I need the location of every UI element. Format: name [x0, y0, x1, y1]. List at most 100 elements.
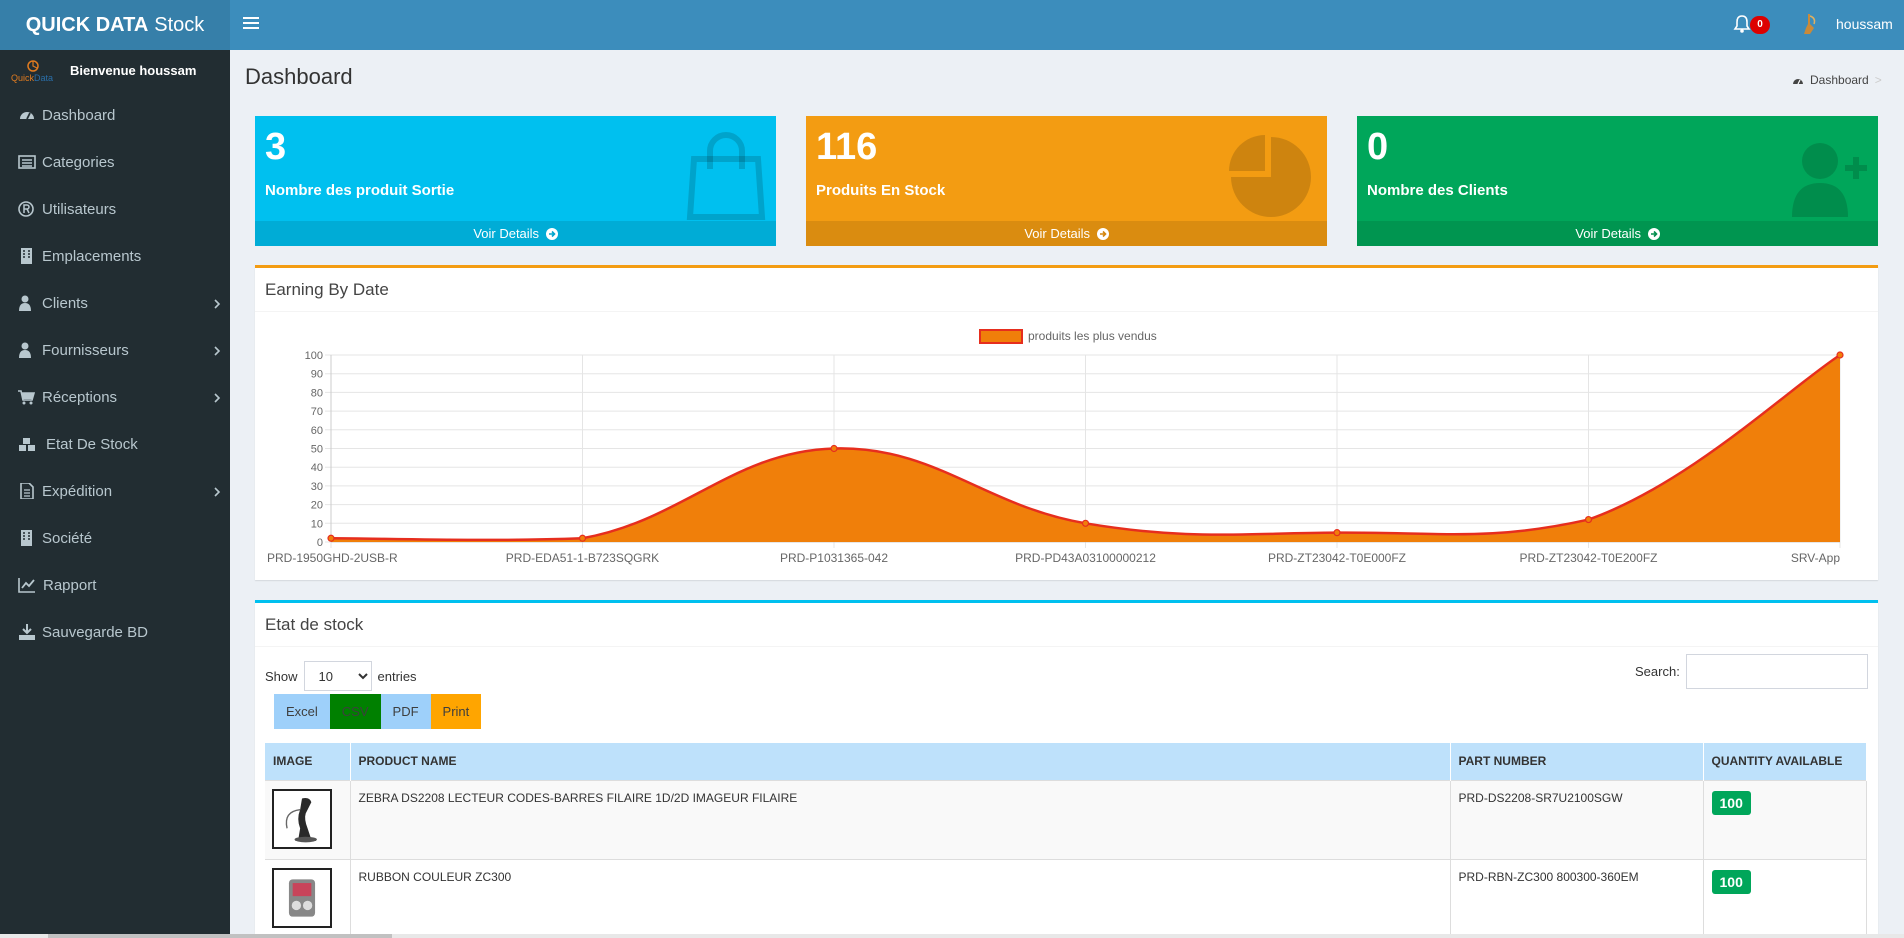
sidebar-item-label: Clients	[42, 295, 88, 312]
data-point	[327, 534, 335, 542]
x-tick-label: PRD-EDA51-1-B723SQGRK	[506, 551, 659, 565]
y-tick-label: 30	[311, 481, 323, 493]
brand-bold: QUICK DATA	[25, 13, 149, 36]
quantity-badge: 100	[1711, 869, 1751, 894]
quantity-badge: 100	[1711, 790, 1751, 815]
sidebar-item-label: Dashboard	[42, 107, 116, 124]
export-buttons: Excel CSV PDF Print	[274, 694, 482, 729]
x-tick-label: PRD-ZT23042-T0E200FZ	[1519, 551, 1657, 565]
bell-icon[interactable]	[1733, 14, 1751, 34]
column-header-product-name[interactable]: PRODUCT NAME	[350, 743, 1451, 780]
quantity-cell: 100	[1703, 779, 1867, 859]
pie-chart-icon	[1229, 135, 1311, 217]
horizontal-scrollbar[interactable]	[0, 934, 1904, 938]
user-icon	[19, 342, 31, 358]
sidebar-item-dashboard[interactable]: Dashboard	[0, 92, 230, 139]
line-chart-icon	[18, 578, 35, 593]
chevron-right-icon	[214, 487, 221, 497]
breadcrumb-item-dashboard[interactable]: Dashboard	[1810, 73, 1869, 87]
chevron-right-icon	[214, 393, 221, 403]
table-row[interactable]: RUBBON COULEUR ZC300 PRD-RBN-ZC300 80030…	[265, 858, 1867, 938]
shopping-bag-icon	[686, 132, 766, 220]
svg-text:Data: Data	[34, 73, 53, 83]
breadcrumb: Dashboard >	[1792, 73, 1882, 87]
sidebar-item-label: Fournisseurs	[42, 342, 129, 359]
column-header-image[interactable]: IMAGE	[265, 743, 351, 780]
info-box-details-link[interactable]: Voir Details	[255, 221, 776, 246]
excel-button[interactable]: Excel	[274, 694, 330, 729]
sidebar-item-label: Expédition	[42, 483, 113, 500]
stock-box-title: Etat de stock	[255, 603, 1878, 647]
app-logo[interactable]: QUICK DATA Stock	[0, 0, 230, 50]
sidebar-item-utilisateurs[interactable]: Utilisateurs	[0, 186, 230, 233]
column-header-quantity[interactable]: QUANTITY AVAILABLE	[1703, 743, 1867, 780]
y-tick-label: 80	[311, 387, 323, 399]
data-point	[578, 534, 587, 542]
user-panel: Quick Data Bienvenue houssam	[0, 50, 230, 92]
sidebar-item-expedition[interactable]: Expédition	[0, 468, 230, 515]
csv-button[interactable]: CSV	[329, 694, 381, 729]
show-label: Show	[265, 668, 298, 684]
page-length-select[interactable]: 10	[303, 661, 372, 691]
earning-chart-box: Earning By Date produits les plus vendus…	[255, 265, 1878, 580]
print-button[interactable]: Print	[430, 694, 482, 729]
info-box-link-label: Voir Details	[1575, 226, 1642, 241]
sidebar-item-emplacements[interactable]: Emplacements	[0, 233, 230, 280]
registered-icon	[18, 201, 34, 217]
data-point	[1836, 351, 1844, 359]
table-header-row: IMAGE PRODUCT NAME PART NUMBER QUANTITY …	[265, 743, 1867, 780]
sidebar-item-clients[interactable]: Clients	[0, 280, 230, 327]
info-box-details-link[interactable]: Voir Details	[806, 221, 1327, 246]
image-cell	[265, 858, 351, 938]
x-tick-label: PRD-1950GHD-2USB-R	[267, 551, 398, 565]
avatar[interactable]	[1796, 10, 1824, 38]
sidebar-item-label: Etat De Stock	[46, 436, 138, 453]
data-point	[1584, 515, 1593, 524]
barcode-scanner-image[interactable]	[272, 788, 332, 849]
sidebar-item-sauvegarde-bd[interactable]: Sauvegarde BD	[0, 609, 230, 656]
sidebar-toggle-icon[interactable]	[243, 14, 259, 34]
data-point	[1081, 519, 1090, 527]
y-tick-label: 100	[305, 350, 323, 362]
info-box-details-link[interactable]: Voir Details	[1357, 221, 1878, 246]
user-name[interactable]: houssam	[1836, 16, 1893, 32]
sidebar-item-receptions[interactable]: Réceptions	[0, 374, 230, 421]
part-number-cell: PRD-RBN-ZC300 800300-360EM	[1450, 858, 1704, 938]
part-number-cell: PRD-DS2208-SR7U2100SGW	[1450, 779, 1704, 859]
chevron-right-icon	[214, 299, 221, 309]
notification-count-badge: 0	[1750, 16, 1770, 34]
scrollbar-thumb[interactable]	[48, 934, 392, 938]
sidebar-item-label: Rapport	[43, 577, 97, 594]
y-tick-label: 20	[311, 500, 323, 512]
arrow-circle-right-icon	[545, 228, 558, 240]
pdf-button[interactable]: PDF	[380, 694, 431, 729]
sidebar-item-label: Utilisateurs	[42, 201, 117, 218]
info-box-products-out: 3 Nombre des produit Sortie Voir Details	[255, 116, 776, 246]
info-box-label: Nombre des Clients	[1367, 182, 1508, 199]
earning-area-chart: 0 10 20 30 40 50 60 70 80 90 100 PRD-1950GHD-2USB-R…	[267, 350, 1844, 565]
sidebar-menu: Dashboard Categories Utilisateurs Emplac…	[0, 92, 230, 656]
sidebar-item-label: Categories	[42, 154, 115, 171]
table-row[interactable]: ZEBRA DS2208 LECTEUR CODES-BARRES FILAIR…	[265, 779, 1867, 859]
breadcrumb-separator: >	[1874, 73, 1882, 87]
info-box-label: Produits En Stock	[816, 182, 946, 199]
user-icon	[19, 295, 31, 311]
list-icon	[18, 155, 36, 169]
info-box-link-label: Voir Details	[1024, 226, 1091, 241]
sidebar-item-categories[interactable]: Categories	[0, 139, 230, 186]
sidebar: Quick Data Bienvenue houssam Dashboard C…	[0, 50, 230, 938]
sidebar-item-rapport[interactable]: Rapport	[0, 562, 230, 609]
dashboard-icon	[1793, 78, 1803, 84]
ribbon-image[interactable]	[272, 867, 332, 928]
welcome-text: Bienvenue houssam	[70, 63, 197, 78]
sidebar-item-fournisseurs[interactable]: Fournisseurs	[0, 327, 230, 374]
info-box-label: Nombre des produit Sortie	[265, 182, 455, 199]
column-header-part-number[interactable]: PART NUMBER	[1450, 743, 1704, 780]
x-tick-label: PRD-P1031365-042	[780, 551, 888, 565]
arrow-circle-right-icon	[1647, 228, 1660, 240]
quantity-cell: 100	[1703, 858, 1867, 938]
y-tick-label: 0	[317, 537, 323, 549]
search-input[interactable]	[1685, 654, 1868, 689]
sidebar-item-societe[interactable]: Société	[0, 515, 230, 562]
sidebar-item-etat-de-stock[interactable]: Etat De Stock	[0, 421, 230, 468]
